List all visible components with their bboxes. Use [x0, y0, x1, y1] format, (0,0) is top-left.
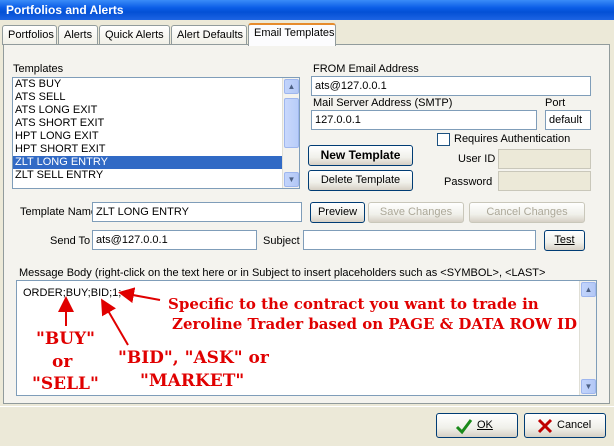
annotation-bid-ask: "BID", "ASK" or [118, 348, 269, 368]
ok-button[interactable]: OK [436, 413, 518, 438]
annotation-buy: "BUY" [36, 329, 96, 349]
dialog-button-bar [0, 406, 614, 446]
ok-label: OK [477, 419, 493, 431]
x-icon [537, 418, 553, 434]
cancel-label: Cancel [557, 419, 592, 431]
tab-email-templates[interactable]: Email Templates [248, 23, 336, 46]
arrow-bid [100, 298, 129, 346]
cancel-button[interactable]: Cancel [524, 413, 606, 438]
check-icon [455, 419, 473, 435]
annotation-contract-line1: Specific to the contract you want to tra… [168, 295, 539, 313]
arrow-contract [118, 287, 161, 304]
annotation-market: "MARKET" [140, 371, 245, 391]
annotation-sell: "SELL" [32, 374, 99, 394]
tab-label: Email Templates [254, 27, 335, 39]
annotation-or: or [52, 352, 73, 372]
annotation-contract-line2: Zeroline Trader based on PAGE & DATA ROW… [172, 315, 578, 333]
